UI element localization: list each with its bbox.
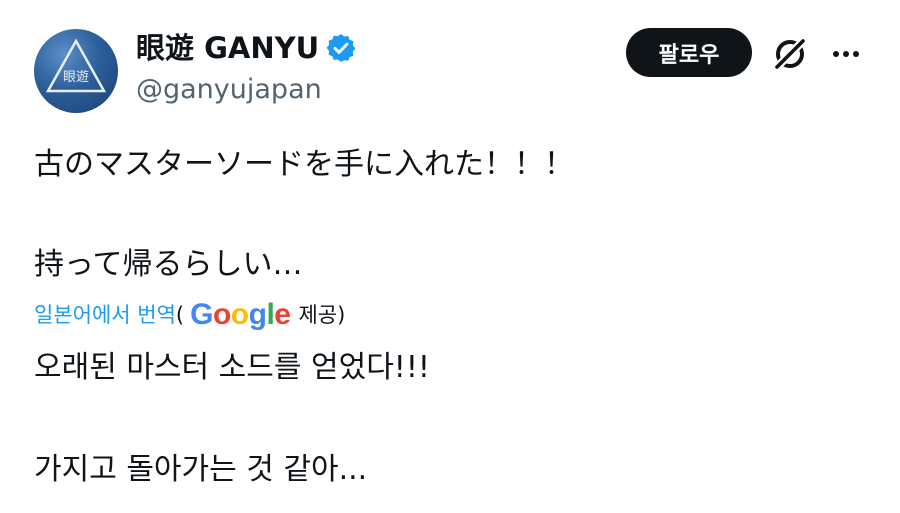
avatar-logo-icon: 眼遊	[45, 38, 107, 93]
translated-text-line-1: 오래된 마스터 소드를 얻었다!!!	[34, 350, 430, 385]
verified-badge-icon[interactable]	[325, 32, 357, 64]
avatar[interactable]: 眼遊	[34, 29, 118, 113]
open-paren: (	[175, 303, 185, 327]
google-logo: Google	[190, 298, 291, 331]
grok-icon[interactable]	[770, 34, 810, 74]
avatar-logo-text: 眼遊	[63, 70, 89, 85]
translated-from-link[interactable]: 일본어에서 번역	[34, 297, 176, 333]
author-display-name[interactable]: 眼遊 GANYU	[136, 28, 319, 68]
more-options-icon[interactable]	[826, 40, 866, 68]
tweet-text-line-1: 古のマスターソードを手に入れた！！！	[34, 147, 574, 182]
author-display-name-row[interactable]: 眼遊 GANYU	[136, 28, 357, 68]
translation-attribution: 일본어에서 번역 ( Google 제공)	[34, 297, 345, 333]
follow-button[interactable]: 팔로우	[626, 28, 752, 77]
author-handle[interactable]: @ganyujapan	[136, 72, 322, 108]
provided-by-label: 제공)	[298, 303, 346, 327]
translated-text-line-2: 가지고 돌아가는 것 같아...	[34, 452, 368, 487]
tweet-text-line-2: 持って帰るらしい…	[34, 247, 303, 282]
